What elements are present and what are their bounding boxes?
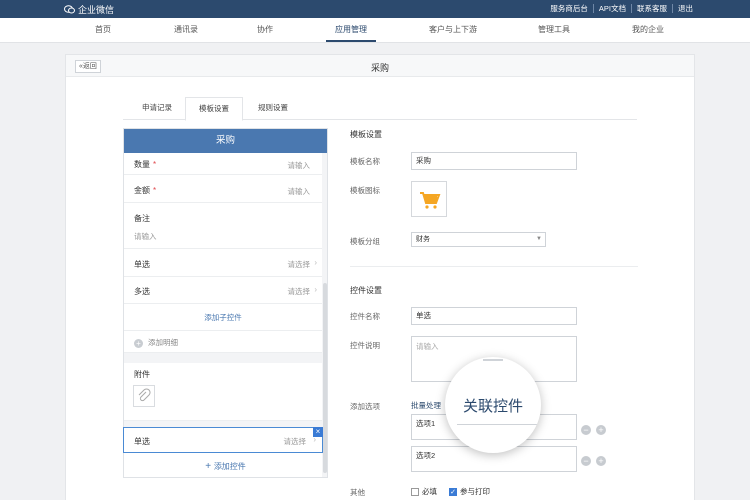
control-name-input[interactable]: 单选 [411,307,577,325]
template-icon-picker[interactable] [411,181,447,217]
add-detail-label: + 添加明细 [134,337,178,348]
tab-application-records[interactable]: 申请记录 [133,97,181,120]
linked-control-label[interactable]: 关联控件 [445,395,541,416]
tab-bar: 申请记录 模板设置 规则设置 [123,97,637,121]
template-name-label: 模板名称 [350,157,380,166]
preview-row-note[interactable]: 备注 请输入 [124,203,322,249]
add-detail-row[interactable]: + 添加明细 [124,330,322,353]
plus-circle-icon[interactable]: + [596,456,606,466]
selected-control-placeholder: 请选择 [283,437,307,446]
required-checkbox[interactable]: 必填 [411,486,437,497]
note-placeholder: 请输入 [134,232,157,241]
nav-my-enterprise[interactable]: 我的企业 [626,18,670,42]
nav-contacts[interactable]: 通讯录 [168,18,204,42]
required-marker: * [153,160,157,169]
scrollbar-thumb[interactable] [323,283,327,473]
app-logo-text: 企业微信 [78,5,115,15]
form-preview: 采购 数量 * 请输入 金额 * 请输入 备注 请输入 单选 请选择 › 多选 请选… [123,128,328,478]
nav-home[interactable]: 首页 [88,18,118,42]
other-label: 其他 [350,488,365,497]
preview-row-multi[interactable]: 多选 请选择 › [124,277,322,304]
chevron-down-icon: ▼ [536,236,542,242]
preview-row-attachment[interactable]: 附件 [124,363,322,421]
preview-header: 采购 [124,129,327,153]
control-desc-label: 控件说明 [350,341,380,350]
amount-label: 金额 * [134,186,157,195]
shopping-cart-icon [420,192,441,209]
app-logo[interactable]: 企业微信 [64,3,114,16]
nav-management-tools[interactable]: 管理工具 [532,18,576,42]
note-label: 备注 [134,214,150,223]
template-settings-title: 模板设置 [350,130,382,139]
quantity-placeholder: 请输入 [287,161,311,170]
print-checkbox-label: 参与打印 [460,487,490,496]
template-group-select[interactable]: 财务 ▼ [411,232,546,247]
plus-circle-icon[interactable]: + [596,425,606,435]
single-label: 单选 [134,260,150,269]
main-nav: 首页 通讯录 协作 应用管理 客户与上下游 管理工具 我的企业 [0,18,750,43]
required-marker: * [153,186,157,195]
magnifier-edge [483,359,503,361]
magnifier-callout: 关联控件 [445,357,541,453]
single-placeholder: 请选择 [287,260,311,269]
control-settings-title: 控件设置 [350,286,382,295]
magnifier-underline [457,424,541,425]
control-name-label: 控件名称 [350,312,380,321]
paperclip-icon [138,388,151,402]
checkbox-unchecked-icon [411,487,419,496]
attachment-upload[interactable] [133,385,155,407]
minus-circle-icon[interactable]: − [581,456,591,466]
attachment-label: 附件 [134,370,150,379]
minus-circle-icon[interactable]: − [581,425,591,435]
print-checkbox[interactable]: ✓ 参与打印 [449,486,490,497]
nav-customers[interactable]: 客户与上下游 [422,18,484,42]
chevron-right-icon: › [314,258,317,267]
tab-rule-settings[interactable]: 规则设置 [247,97,299,120]
logout-link[interactable]: 退出 [672,4,698,13]
preview-row-single[interactable]: 单选 请选择 › [124,249,322,277]
template-group-label: 模板分组 [350,237,380,246]
tab-template-settings[interactable]: 模板设置 [185,97,243,121]
preview-row-quantity[interactable]: 数量 * 请输入 [124,153,322,175]
template-name-input[interactable]: 采购 [411,152,577,170]
panel-header: «返回 采购 [66,55,694,77]
add-sub-control-link[interactable]: 添加子控件 [124,312,322,323]
add-control-button[interactable]: + 添加控件 [123,461,328,472]
multi-placeholder: 请选择 [287,287,311,296]
plus-circle-icon: + [134,338,143,348]
selected-control-row[interactable]: 单选 请选择 › × [123,427,323,453]
nav-collaboration[interactable]: 协作 [250,18,280,42]
preview-row-amount[interactable]: 金额 * 请输入 [124,175,322,203]
required-checkbox-label: 必填 [422,487,437,496]
close-icon[interactable]: × [313,427,323,437]
wechat-work-icon [64,5,75,14]
api-docs-link[interactable]: API文档 [592,4,631,13]
selected-control-label: 单选 [134,437,150,446]
chevron-right-icon: › [314,285,317,294]
contact-support-link[interactable]: 联系客服 [631,4,672,13]
template-icon-label: 模板图标 [350,186,380,195]
top-links: 服务商后台 API文档 联系客服 退出 [545,4,698,13]
batch-process-link[interactable]: 批量处理 [411,400,441,411]
checkbox-checked-icon: ✓ [449,487,457,496]
section-gap [124,353,322,363]
section-divider [350,266,638,267]
template-group-value: 财务 [416,236,430,243]
quantity-label: 数量 * [134,160,157,169]
service-provider-link[interactable]: 服务商后台 [545,4,593,13]
options-label: 添加选项 [350,402,380,411]
amount-placeholder: 请输入 [287,187,311,196]
plus-icon: + [205,461,214,472]
top-bar: 企业微信 服务商后台 API文档 联系客服 退出 [0,0,750,18]
page-title: 采购 [370,63,389,73]
multi-label: 多选 [134,287,150,296]
nav-app-management[interactable]: 应用管理 [326,18,376,42]
